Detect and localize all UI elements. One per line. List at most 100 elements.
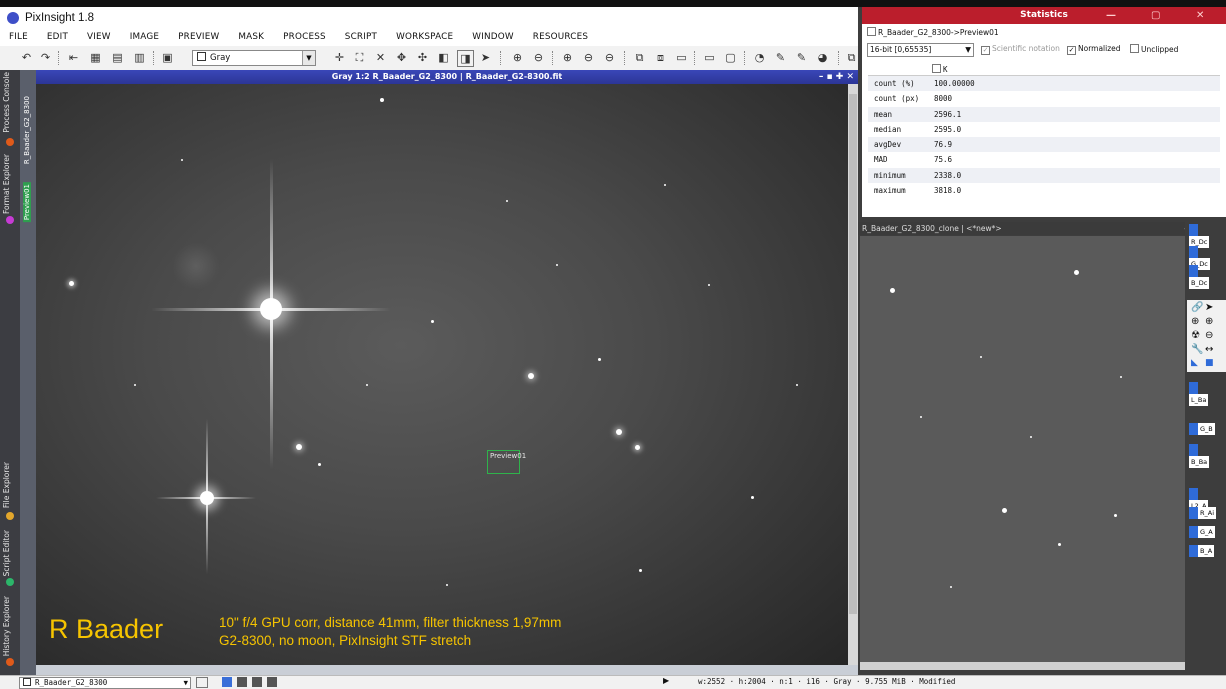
window-controls-icon[interactable]: – ▪ ✚ ✕ [819,70,854,84]
pan-icon[interactable]: ✛ [332,50,347,65]
redo-icon[interactable]: ↷ [38,50,53,65]
bit-depth-value: 16-bit [0,65535] [870,45,932,54]
undo-all-icon[interactable]: ⇤ [66,50,81,65]
normalized-label: Normalized [1078,44,1121,53]
image-canvas[interactable]: Preview01 R Baader 10" f/4 GPU corr, dis… [36,84,848,665]
view-lock-icon[interactable] [196,677,208,688]
image-icon[interactable]: G_B [1189,423,1217,435]
shrink-icon[interactable]: ✕ [373,50,388,65]
image-icon[interactable]: B_Ba [1189,444,1217,468]
tab-file-explorer[interactable]: File Explorer [2,462,11,508]
preview-delete-icon[interactable]: ▭ [674,50,689,65]
clone-horizontal-scrollbar[interactable] [860,662,1185,670]
close-icon[interactable]: ✕ [1196,7,1204,24]
select-icon[interactable]: ◣ [1191,358,1198,368]
image-icon[interactable]: B_A [1189,545,1217,557]
tab-format-explorer[interactable]: Format Explorer [2,154,11,214]
image-icon[interactable]: G_Dc [1189,246,1217,270]
image-icon[interactable]: R_Ai [1189,507,1217,519]
resize-icon[interactable]: ↔ [1205,344,1213,355]
channel-view-icon[interactable] [267,677,277,687]
undo-icon[interactable]: ↶ [19,50,34,65]
menu-resources[interactable]: RESOURCES [524,32,598,42]
image-vertical-scrollbar[interactable] [848,84,858,665]
menu-edit[interactable]: EDIT [38,32,78,42]
normalized-option[interactable]: ✓ Normalized [1067,44,1121,55]
zoom-in-icon[interactable]: ⊕ [510,50,525,65]
image-icon[interactable]: B_Dc [1189,265,1217,289]
minimize-icon[interactable]: — [1106,7,1116,24]
scrollbar-thumb[interactable] [849,94,857,614]
menu-window[interactable]: WINDOW [463,32,523,42]
tab-history-explorer[interactable]: History Explorer [2,596,11,656]
move-icon[interactable]: ✥ [394,50,409,65]
mask-show-icon[interactable]: ▭ [702,50,717,65]
menu-mask[interactable]: MASK [229,32,274,42]
statistics-titlebar[interactable]: Statistics — ▢ ✕ [862,7,1226,24]
process-icon-1[interactable]: ◔ [752,50,767,65]
box-icon[interactable]: ■ [1205,358,1214,368]
format-explorer-icon [6,216,14,224]
bit-depth-select[interactable]: 16-bit [0,65535] ▼ [867,43,974,57]
image-window-titlebar[interactable]: Gray 1:2 R_Baader_G2_8300 | R_Baader_G2-… [36,70,858,84]
play-icon[interactable]: ▶ [663,676,669,685]
clone-image-canvas[interactable] [860,236,1185,662]
menu-script[interactable]: SCRIPT [336,32,387,42]
new-window-icon[interactable]: ▣ [160,50,175,65]
preview-new-icon[interactable]: ⧉ [632,50,647,65]
zoom-reset-icon[interactable]: ⊖ [602,50,617,65]
image-icon[interactable]: L2_A [1189,488,1217,512]
zoom-fit-icon[interactable]: ⊖ [581,50,596,65]
preview-edit-icon[interactable]: ⧈ [653,50,668,65]
zoom-in-icon[interactable]: ⊕ [1191,316,1199,327]
image-icon[interactable]: G_A [1189,526,1217,538]
channel-view-icon[interactable] [222,677,232,687]
auto-stretch-icon[interactable]: ◨ [457,50,474,67]
zoom-fit-icon[interactable]: ⊕ [1205,316,1213,327]
process-icon-5[interactable]: ⧉ [844,50,859,65]
menu-workspace[interactable]: WORKSPACE [387,32,463,42]
restore-icon[interactable]: ▢ [1151,7,1160,24]
wrench-icon[interactable]: 🔧 [1191,344,1203,355]
menu-preview[interactable]: PREVIEW [169,32,229,42]
channel-view-icon[interactable] [237,677,247,687]
star [181,159,183,161]
channel-view-icon[interactable] [252,677,262,687]
fit-view-icon[interactable]: ⛶ [352,50,367,65]
mask-invert-icon[interactable]: ▢ [723,50,738,65]
display-channel-value: Gray [210,53,231,63]
menu-process[interactable]: PROCESS [274,32,336,42]
menu-file[interactable]: FILE [0,32,38,42]
tab-image-view[interactable]: R_Baader_G2_8300 [23,96,31,164]
clone-window-titlebar[interactable]: R_Baader_G2_8300_clone | <*new*> – [858,222,1192,235]
image-icon[interactable]: L_Ba [1189,382,1217,406]
copy-icon[interactable]: ▤ [110,50,125,65]
menu-image[interactable]: IMAGE [121,32,169,42]
process-icon-2[interactable]: ✎ [773,50,788,65]
zoom-out-icon[interactable]: ⊖ [1205,330,1213,341]
link-icon[interactable]: 🔗 [1191,302,1203,313]
statistics-source-view[interactable]: R_Baader_G2_8300->Preview01 [867,27,1224,38]
unclipped-option[interactable]: Unclipped [1130,44,1178,54]
menu-view[interactable]: VIEW [78,32,121,42]
star [528,373,534,379]
zoom-1-1-icon[interactable]: ⊕ [560,50,575,65]
toolbar-separator [694,51,696,65]
zoom-out-icon[interactable]: ⊖ [531,50,546,65]
tab-process-console[interactable]: Process Console [2,72,11,133]
tab-script-editor[interactable]: Script Editor [2,530,11,576]
scientific-notation-option[interactable]: ✓ Scientific notation [981,44,1060,55]
process-icon-4[interactable]: ◕ [815,50,830,65]
paste-icon[interactable]: ▥ [132,50,147,65]
stf-icon[interactable]: ◧ [436,50,451,65]
radiation-icon[interactable]: ☢ [1191,330,1200,341]
tab-preview-view[interactable]: Preview01 [23,182,31,223]
display-channel-select[interactable]: Gray ▼ [192,50,316,66]
view-selector[interactable]: R_Baader_G2_8300 ▼ [19,677,191,689]
history-icon[interactable]: ▦ [88,50,103,65]
pointer-icon[interactable]: ➤ [1205,302,1213,313]
image-icon[interactable]: R_Dc [1189,224,1217,248]
pointer-icon[interactable]: ➤ [478,50,493,65]
center-icon[interactable]: ✣ [415,50,430,65]
process-icon-3[interactable]: ✎ [794,50,809,65]
